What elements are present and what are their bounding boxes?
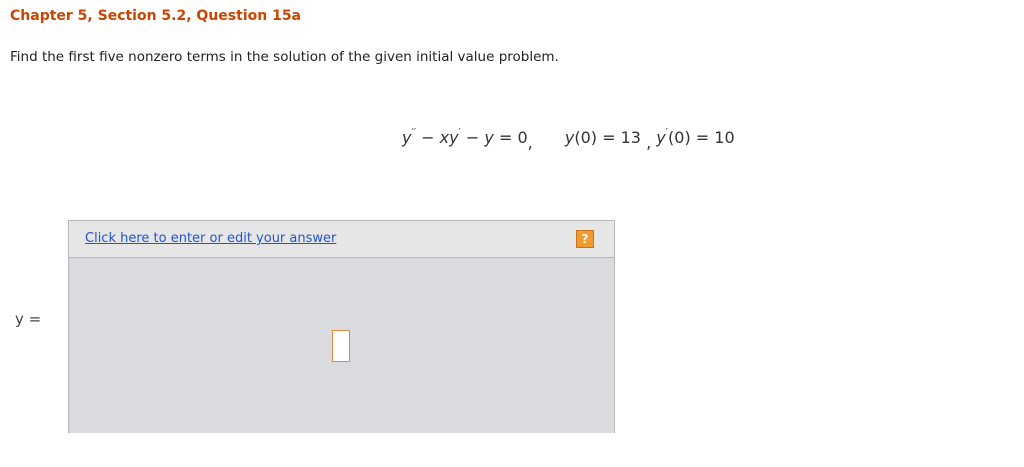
help-icon[interactable]: ? [576,230,594,248]
eq-y-2: y [449,128,459,147]
eq-op-1: − [416,128,440,147]
ic-comma: , [646,133,652,152]
ic-value-2: (0) = 10 [668,128,735,147]
initial-value-equation: y′′ − xy′ − y = 0, y(0) = 13 , y′(0) = 1… [402,126,735,152]
eq-double-prime: ′′ [411,126,417,138]
answer-y-label: y = [15,310,42,328]
eq-prime-1: ′ [458,126,461,138]
page: Chapter 5, Section 5.2, Question 15a Fin… [0,0,1024,467]
ic-y-2: y [656,128,666,147]
eq-op-2: − [460,128,485,147]
answer-header: Click here to enter or edit your answer … [69,220,614,258]
eq-x: x [439,128,450,147]
eq-equals-zero: = 0 [493,128,528,147]
enter-answer-link[interactable]: Click here to enter or edit your answer [85,231,336,246]
ic-prime: ′ [665,126,669,138]
question-text: Find the first five nonzero terms in the… [10,49,559,65]
eq-y-3: y [484,128,494,147]
answer-panel: Click here to enter or edit your answer … [68,220,615,433]
ic-y-1: y [564,128,575,147]
eq-comma-1: , [527,133,533,152]
question-title: Chapter 5, Section 5.2, Question 15a [10,8,302,24]
ic-value-1: (0) = 13 [574,128,641,147]
answer-input-box[interactable] [332,330,350,362]
